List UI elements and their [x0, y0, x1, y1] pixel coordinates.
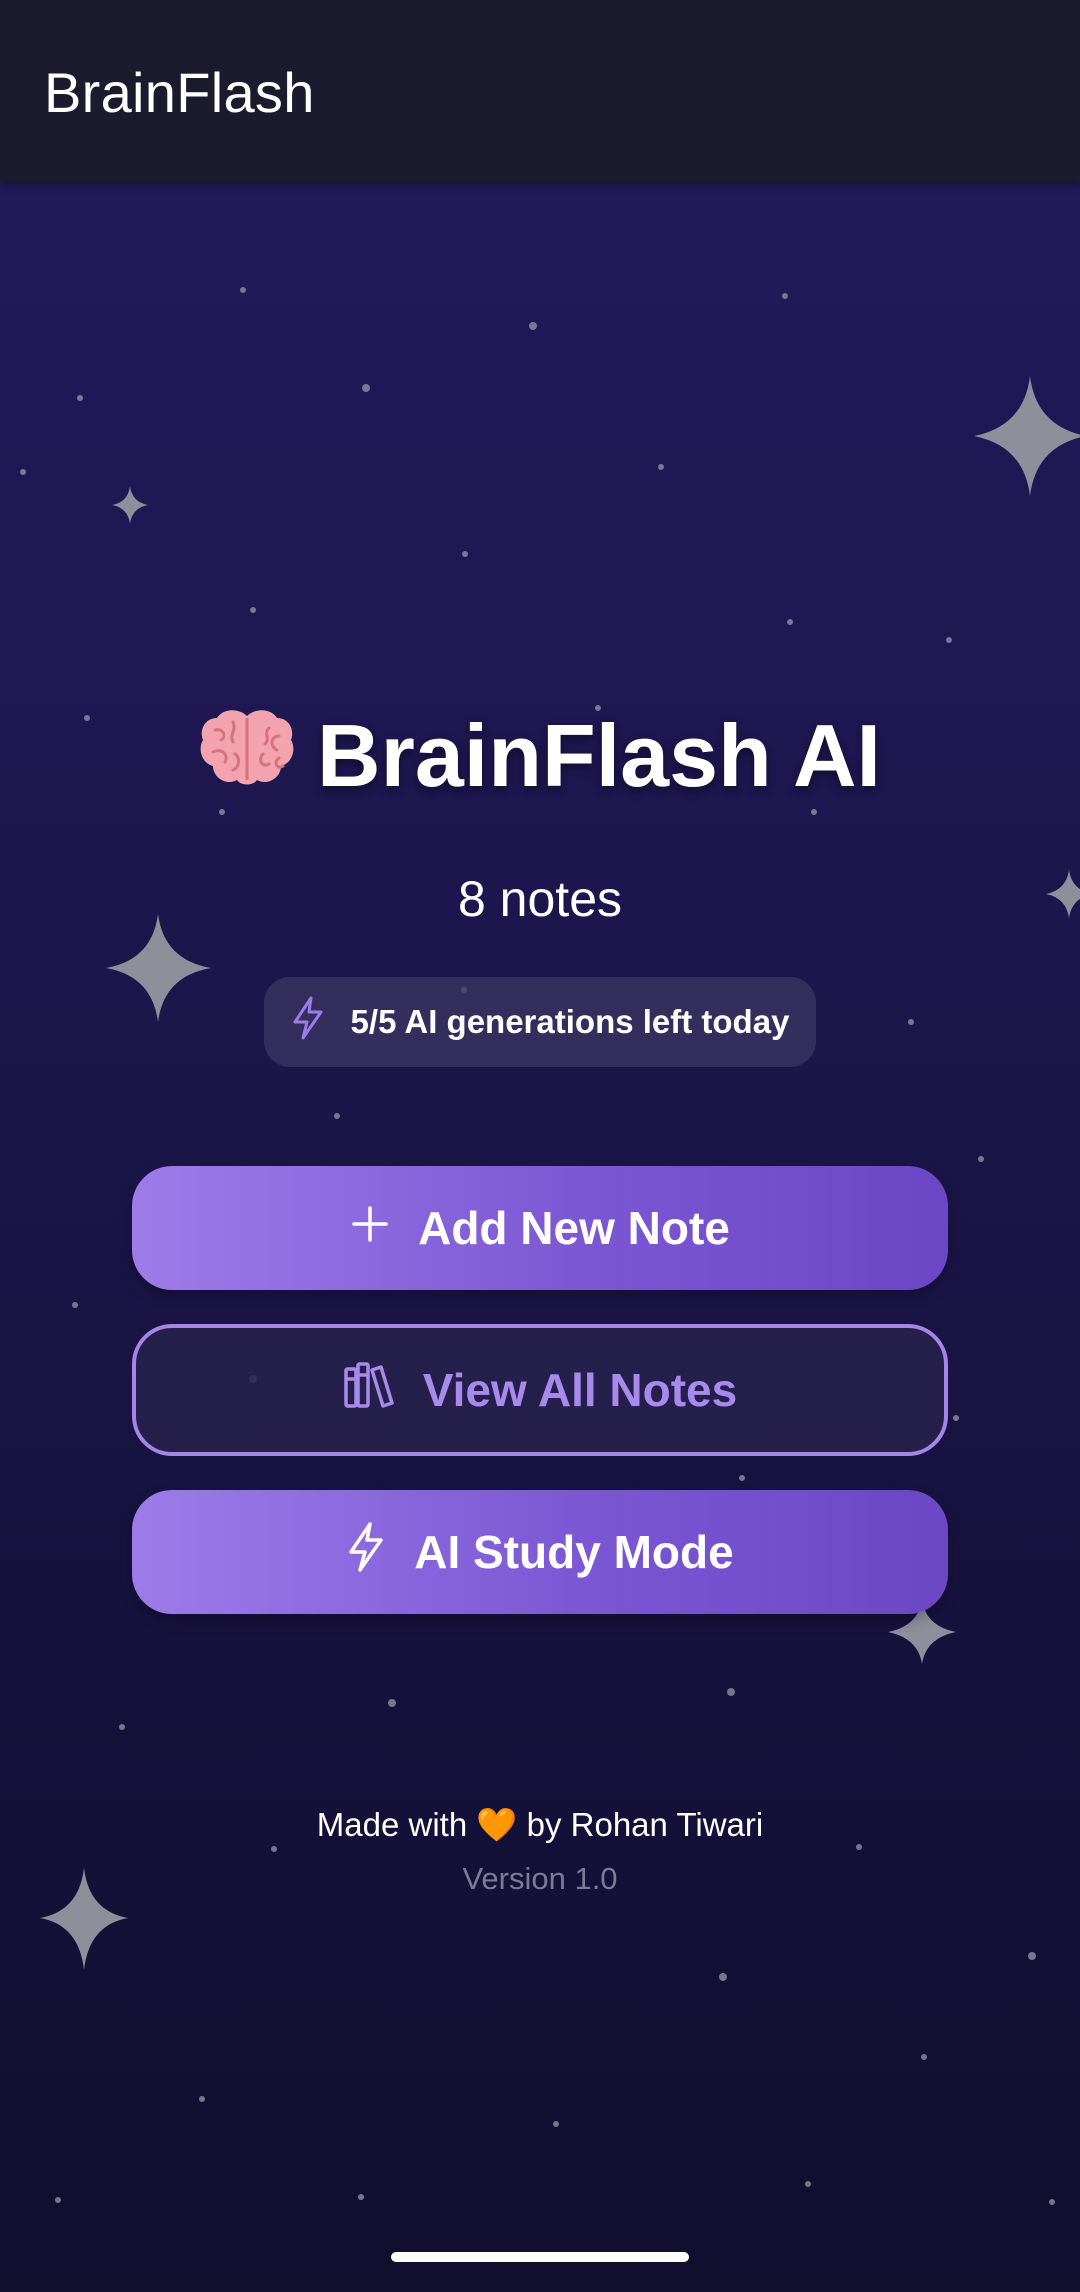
view-all-notes-button[interactable]: View All Notes	[132, 1324, 948, 1456]
version-label: Version 1.0	[462, 1861, 618, 1896]
hero-title: BrainFlash AI	[0, 705, 1080, 811]
hero-title-text: BrainFlash AI	[317, 706, 881, 805]
lightning-icon	[346, 1521, 386, 1584]
notes-count: 8 notes	[457, 871, 622, 927]
app-bar-title: BrainFlash	[44, 61, 315, 124]
books-icon	[343, 1361, 395, 1420]
view-all-notes-label: View All Notes	[422, 1364, 738, 1416]
home-indicator[interactable]	[391, 2252, 689, 2262]
brain-icon	[199, 706, 295, 811]
heart-icon: 🧡	[476, 1806, 518, 1843]
footer-made-suffix: by Rohan Tiwari	[526, 1806, 764, 1843]
lightning-icon	[291, 996, 325, 1048]
ai-generations-badge: 5/5 AI generations left today	[264, 977, 816, 1067]
app-bar: BrainFlash	[0, 0, 1080, 182]
home-screen: BrainFlash AI 8 notes 5/5 AI generations…	[0, 0, 1080, 2292]
footer-credit: Made with 🧡 by Rohan Tiwari	[0, 1806, 1080, 1845]
add-new-note-button[interactable]: Add New Note	[132, 1166, 948, 1290]
add-new-note-label: Add New Note	[418, 1202, 730, 1254]
ai-study-mode-label: AI Study Mode	[414, 1526, 734, 1578]
footer-made-prefix: Made with	[316, 1806, 468, 1843]
ai-generations-text: 5/5 AI generations left today	[350, 1003, 790, 1040]
plus-icon	[350, 1201, 390, 1255]
ai-study-mode-button[interactable]: AI Study Mode	[132, 1490, 948, 1614]
